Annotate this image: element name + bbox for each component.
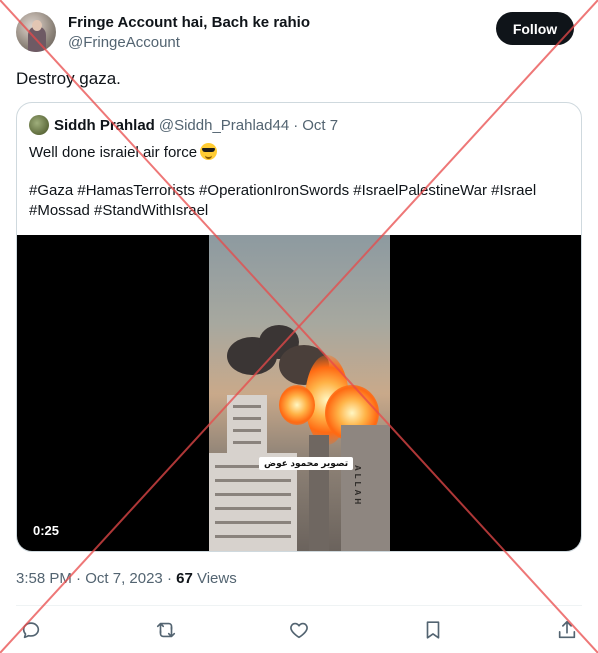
quoted-tweet-header: Siddh Prahlad @Siddh_Prahlad44 · Oct 7 <box>29 115 338 135</box>
avatar-face <box>32 20 42 31</box>
meta-dot: · <box>166 570 172 587</box>
author-handle[interactable]: @FringeAccount <box>68 33 310 53</box>
tweet-text: Destroy gaza. <box>16 69 121 88</box>
video-player[interactable]: تصوير محمود عوض ALLAH 0:25 <box>17 235 581 551</box>
views-label: Views <box>196 570 237 587</box>
sunglasses-emoji-icon <box>200 143 218 160</box>
author-names: Fringe Account hai, Bach ke rahio @Fring… <box>68 13 310 53</box>
quoted-date[interactable]: Oct 7 <box>302 117 338 134</box>
divider <box>16 605 582 606</box>
building <box>309 435 329 551</box>
quoted-tweet-text: Well done israiel air force <box>29 143 569 163</box>
meta-separator: · <box>76 570 82 587</box>
video-duration: 0:25 <box>33 523 60 538</box>
quoted-author-name[interactable]: Siddh Prahlad <box>54 117 155 134</box>
author-avatar[interactable] <box>16 12 56 52</box>
video-caption: تصوير محمود عوض <box>259 457 354 470</box>
quoted-tweet[interactable]: Siddh Prahlad @Siddh_Prahlad44 · Oct 7 W… <box>16 102 582 552</box>
like-icon[interactable] <box>288 619 310 641</box>
author-display-name[interactable]: Fringe Account hai, Bach ke rahio <box>68 13 310 33</box>
tweet-meta: 3:58 PM · Oct 7, 2023 · 67 Views <box>16 570 237 587</box>
quoted-text-body: Well done israiel air force <box>29 144 198 161</box>
quoted-author-handle[interactable]: @Siddh_Prahlad44 <box>159 117 289 134</box>
video-frame: تصوير محمود عوض ALLAH <box>209 235 390 551</box>
retweet-icon[interactable] <box>155 619 177 641</box>
quoted-separator: · <box>293 116 299 134</box>
bookmark-icon[interactable] <box>422 619 444 641</box>
tweet-date[interactable]: Oct 7, 2023 <box>85 570 163 587</box>
explosion-fire <box>279 385 315 425</box>
follow-button[interactable]: Follow <box>496 12 574 45</box>
tweet-header: Fringe Account hai, Bach ke rahio @Fring… <box>16 10 574 54</box>
tweet-time[interactable]: 3:58 PM <box>16 570 72 587</box>
quoted-hashtags[interactable]: #Gaza #HamasTerrorists #OperationIronSwo… <box>29 181 569 221</box>
views-count: 67 <box>176 570 193 587</box>
action-bar <box>20 619 578 641</box>
building-text: ALLAH <box>353 465 362 508</box>
quoted-author-avatar[interactable] <box>29 115 49 135</box>
reply-icon[interactable] <box>20 619 42 641</box>
building <box>341 425 390 551</box>
share-icon[interactable] <box>556 619 578 641</box>
